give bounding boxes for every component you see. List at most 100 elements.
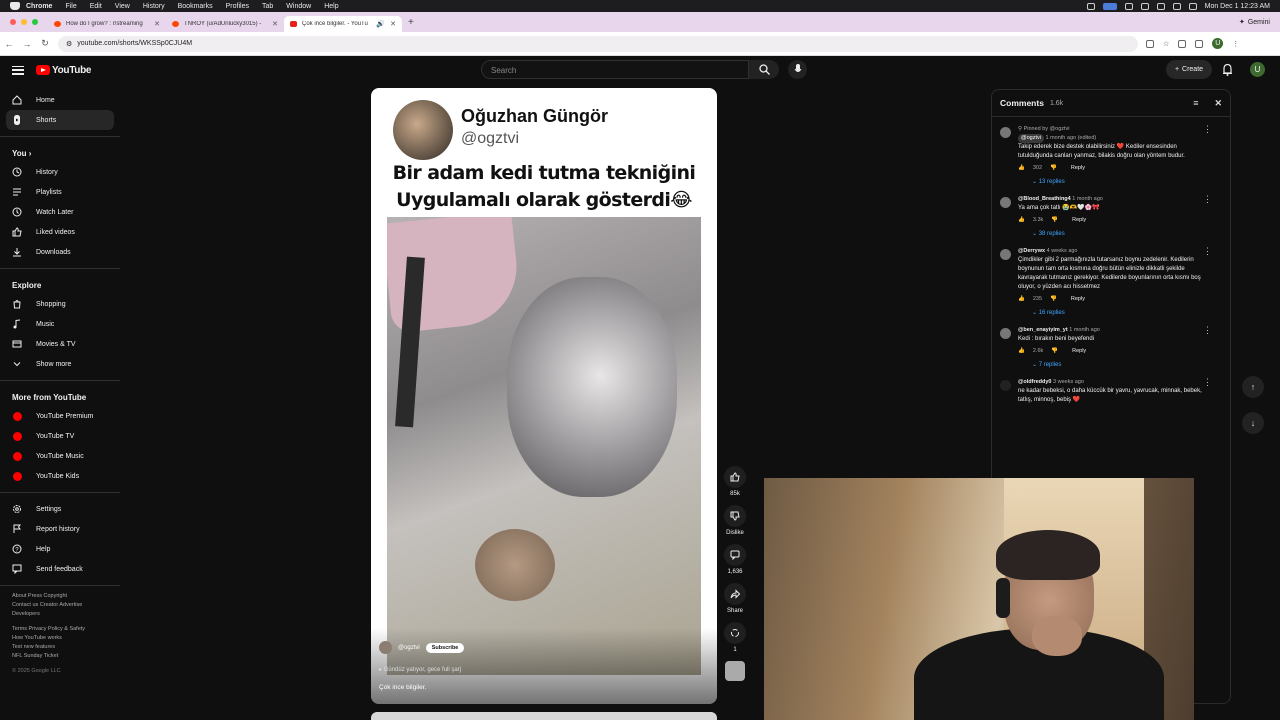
dislike-action[interactable]: Dislike (722, 505, 748, 536)
comment-more-icon[interactable]: ⋮ (1203, 195, 1212, 204)
like-icon[interactable]: 👍 (1018, 295, 1025, 304)
sidebar-item-home[interactable]: Home (6, 90, 114, 110)
reload-icon[interactable]: ↻ (36, 38, 54, 49)
sidebar-item-send-feedback[interactable]: Send feedback (6, 559, 114, 579)
dislike-icon[interactable]: 👎 (1050, 164, 1057, 173)
extensions-icon[interactable] (1195, 39, 1204, 48)
menu-history[interactable]: History (143, 3, 165, 10)
sidebar-item-report-history[interactable]: Report history (6, 519, 114, 539)
reply-button[interactable]: Reply (1071, 295, 1085, 304)
share-action[interactable]: Share (722, 583, 748, 614)
sidebar-item-shorts[interactable]: Shorts (6, 110, 114, 130)
sidebar-you-header[interactable]: You › (0, 143, 120, 162)
bookmark-star-icon[interactable]: ☆ (1163, 40, 1169, 48)
close-icon[interactable]: ✕ (1214, 98, 1222, 109)
comment-author[interactable]: @oldfreddy0 (1018, 379, 1051, 385)
screen-record-icon[interactable] (1102, 2, 1117, 10)
comment-avatar[interactable] (1000, 127, 1011, 138)
footer-links[interactable]: Terms Privacy Policy & Safety (12, 625, 120, 634)
video-title[interactable]: Çok ince bilgiler. (379, 684, 426, 691)
comment-avatar[interactable] (1000, 249, 1011, 260)
minimize-window-button[interactable] (21, 19, 27, 25)
bluetooth-icon[interactable] (1124, 2, 1133, 10)
comment-avatar[interactable] (1000, 197, 1011, 208)
clock[interactable]: Mon Dec 1 12:23 AM (1205, 3, 1270, 10)
remix-icon[interactable] (724, 622, 746, 644)
video-frame[interactable] (387, 217, 701, 675)
status-icon[interactable] (1086, 2, 1095, 10)
footer-links[interactable]: About Press Copyright (12, 592, 120, 601)
sidebar-item-show-more[interactable]: Show more (6, 354, 114, 374)
youtube-logo[interactable]: YouTube (36, 65, 92, 76)
search-button[interactable] (749, 60, 779, 79)
browser-tab-active[interactable]: Çok ince bilgiler. - YouTu 🔊 ✕ (284, 16, 402, 32)
browser-tab[interactable]: How do I grow? : r/streaming ✕ (48, 16, 166, 32)
channel-avatar[interactable] (379, 641, 392, 654)
previous-short-arrow-up-icon[interactable]: ↑ (1242, 376, 1264, 398)
view-replies-button[interactable]: ⌄ 16 replies (1032, 309, 1210, 318)
speaker-icon[interactable]: 🔊 (376, 20, 385, 28)
sound-thumbnail[interactable] (725, 661, 745, 681)
sound-label[interactable]: ▸ Gündüz yatıyor, gece full şarj (379, 666, 461, 673)
forward-icon[interactable]: → (18, 39, 36, 49)
hamburger-menu-icon[interactable] (12, 65, 24, 75)
profile-avatar[interactable]: U (1212, 38, 1224, 49)
sidebar-item-shopping[interactable]: Shopping (6, 294, 114, 314)
sidebar-item-youtube-kids[interactable]: YouTube Kids (6, 466, 114, 486)
share-icon[interactable] (724, 583, 746, 605)
sidebar-item-settings[interactable]: Settings (6, 499, 114, 519)
sidebar-item-movies[interactable]: Movies & TV (6, 334, 114, 354)
sidebar-item-downloads[interactable]: Downloads (6, 242, 114, 262)
account-avatar[interactable]: U (1250, 62, 1265, 77)
footer-links[interactable]: NFL Sunday Ticket (12, 652, 120, 661)
comment-more-icon[interactable]: ⋮ (1203, 247, 1212, 256)
back-icon[interactable]: ← (0, 39, 18, 49)
voice-search-button[interactable] (788, 60, 807, 79)
remix-action[interactable]: 1 (722, 622, 748, 653)
comments-action[interactable]: 1,636 (722, 544, 748, 575)
footer-links[interactable]: How YouTube works (12, 634, 120, 643)
url-field[interactable]: ⚙ youtube.com/shorts/WKSSp0CJU4M (58, 35, 1138, 52)
close-tab-icon[interactable]: ✕ (154, 20, 160, 28)
wifi-icon[interactable] (1156, 2, 1165, 10)
site-info-icon[interactable]: ⚙ (66, 40, 72, 48)
comment-avatar[interactable] (1000, 328, 1011, 339)
subscribe-button[interactable]: Subscribe (425, 642, 465, 653)
view-replies-button[interactable]: ⌄ 7 replies (1032, 361, 1210, 370)
sidebar-item-watch-later[interactable]: Watch Later (6, 202, 114, 222)
reply-button[interactable]: Reply (1071, 164, 1085, 173)
menu-bookmarks[interactable]: Bookmarks (178, 3, 213, 10)
sidebar-item-playlists[interactable]: Playlists (6, 182, 114, 202)
dislike-icon[interactable]: 👎 (1051, 216, 1058, 225)
sidebar-item-youtube-music[interactable]: YouTube Music (6, 446, 114, 466)
menu-help[interactable]: Help (324, 3, 338, 10)
battery-icon[interactable] (1140, 2, 1149, 10)
menu-view[interactable]: View (115, 3, 130, 10)
comment-avatar[interactable] (1000, 380, 1011, 391)
close-window-button[interactable] (10, 19, 16, 25)
comment-author[interactable]: @ogztvi (1018, 134, 1044, 143)
like-icon[interactable]: 👍 (1018, 216, 1025, 225)
sidebar-item-youtube-premium[interactable]: YouTube Premium (6, 406, 114, 426)
comment-author[interactable]: @Derrywx (1018, 248, 1045, 254)
menu-window[interactable]: Window (286, 3, 311, 10)
search-icon[interactable] (1172, 2, 1181, 10)
close-tab-icon[interactable]: ✕ (390, 20, 396, 28)
next-short-preview[interactable] (371, 712, 717, 720)
view-replies-button[interactable]: ⌄ 13 replies (1032, 178, 1210, 187)
close-tab-icon[interactable]: ✕ (272, 20, 278, 28)
footer-links[interactable]: Contact us Creator Advertise (12, 601, 120, 610)
channel-handle[interactable]: @ogztvi (398, 645, 420, 651)
menu-tab[interactable]: Tab (262, 3, 273, 10)
next-short-arrow-down-icon[interactable]: ↓ (1242, 412, 1264, 434)
maximize-window-button[interactable] (32, 19, 38, 25)
comment-author[interactable]: @Blood_Breathing4 (1018, 196, 1071, 202)
sidebar-item-history[interactable]: History (6, 162, 114, 182)
sidebar-item-liked-videos[interactable]: Liked videos (6, 222, 114, 242)
control-center-icon[interactable] (1188, 2, 1197, 10)
reply-button[interactable]: Reply (1072, 347, 1086, 356)
reply-button[interactable]: Reply (1072, 216, 1086, 225)
comment-more-icon[interactable]: ⋮ (1203, 378, 1212, 387)
like-icon[interactable] (724, 466, 746, 488)
menu-edit[interactable]: Edit (90, 3, 102, 10)
